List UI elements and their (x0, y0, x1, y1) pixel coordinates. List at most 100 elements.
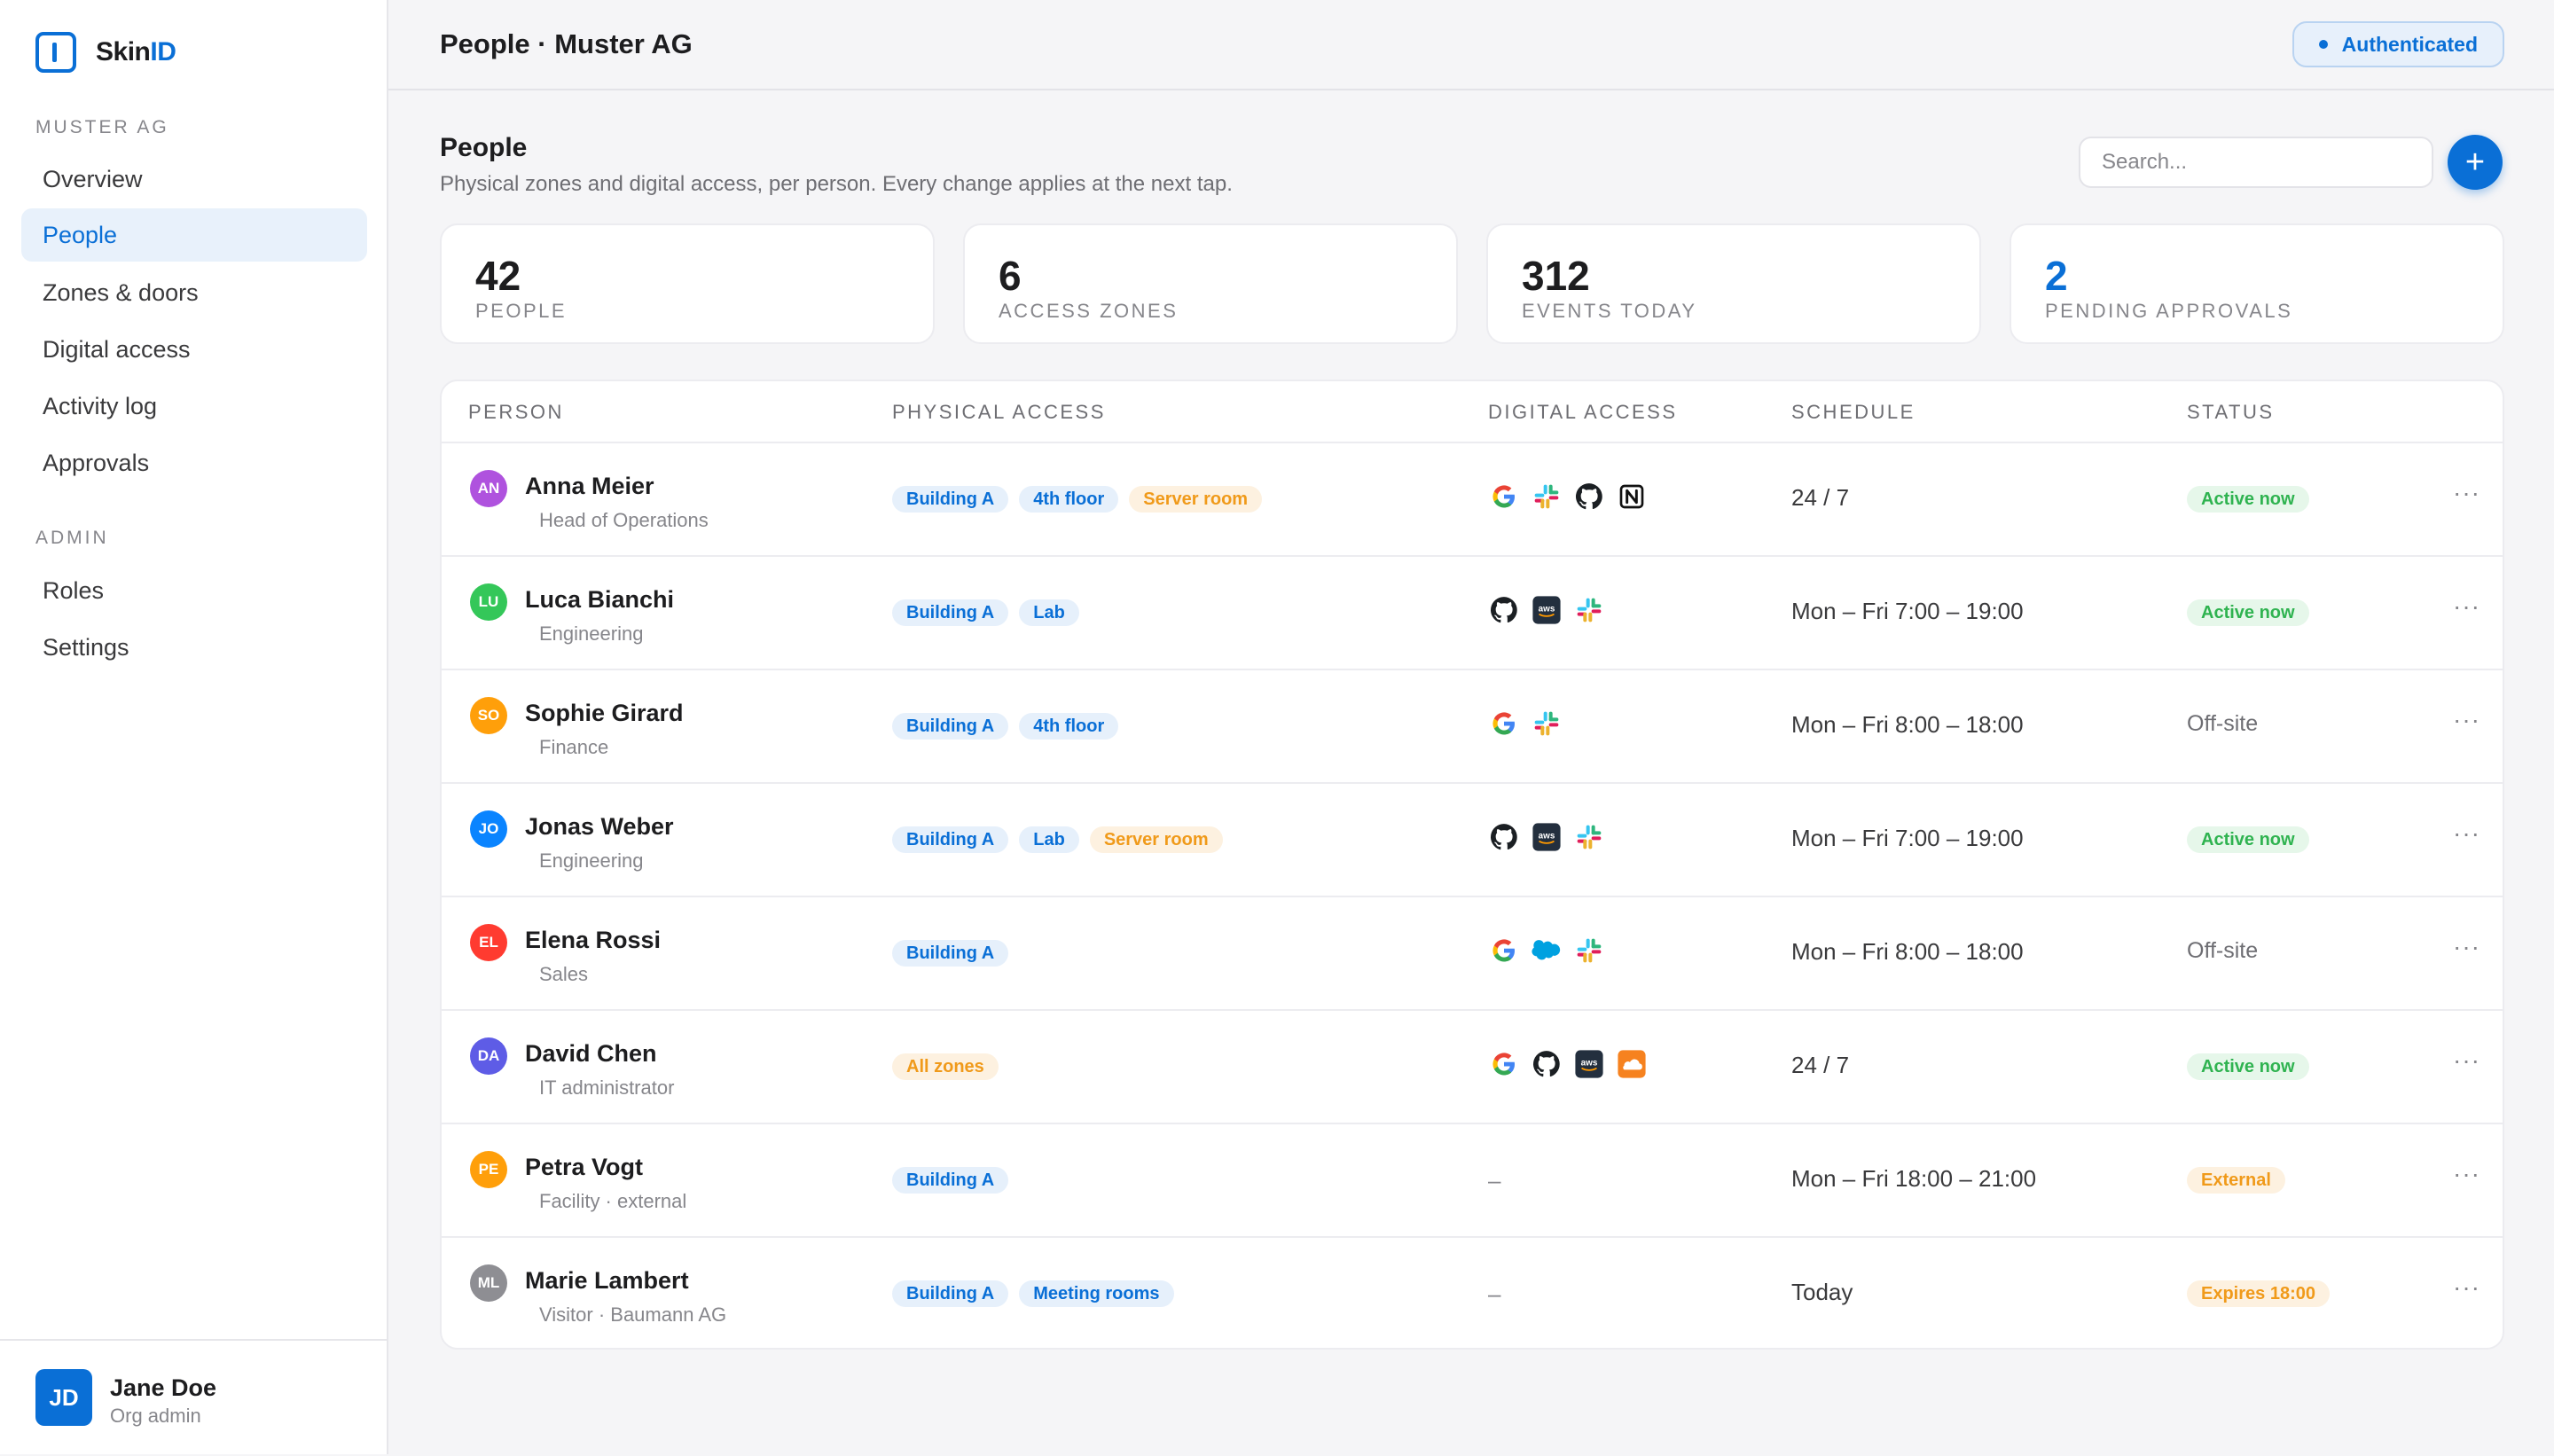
stat-card-people: 42 PEOPLE (440, 223, 935, 344)
svg-text:aws: aws (1539, 831, 1555, 841)
table-row[interactable]: PE Petra Vogt Facility · external Building … (442, 1124, 2503, 1238)
zone-chip[interactable]: Building A (892, 713, 1009, 740)
column-header-person[interactable]: PERSON (468, 401, 564, 424)
person-name[interactable]: Luca Bianchi (525, 586, 674, 614)
avatar: PE (470, 1151, 507, 1188)
notion-icon[interactable] (1616, 481, 1648, 513)
more-options-icon[interactable]: ··· (2453, 479, 2480, 507)
salesforce-icon[interactable] (1531, 935, 1563, 967)
person-name[interactable]: David Chen (525, 1040, 657, 1068)
person-name[interactable]: Jonas Weber (525, 813, 674, 841)
zone-chip[interactable]: Building A (892, 1167, 1009, 1194)
column-header-status[interactable]: STATUS (2187, 401, 2275, 424)
google-icon[interactable] (1488, 481, 1520, 513)
slack-icon[interactable] (1573, 594, 1605, 626)
more-options-icon[interactable]: ··· (2453, 592, 2480, 621)
person-name[interactable]: Anna Meier (525, 473, 654, 500)
more-options-icon[interactable]: ··· (2453, 1046, 2480, 1075)
search-input[interactable] (2079, 137, 2433, 188)
schedule: 24 / 7 (1791, 484, 1850, 511)
github-icon[interactable] (1531, 1048, 1563, 1080)
schedule: Today (1791, 1279, 1853, 1305)
zone-chip[interactable]: 4th floor (1019, 713, 1119, 740)
auth-status-label: Authenticated (2341, 32, 2478, 56)
zone-chip[interactable]: Building A (892, 486, 1009, 513)
slack-icon[interactable] (1573, 821, 1605, 853)
column-header-physical-access[interactable]: PHYSICAL ACCESS (892, 401, 1106, 424)
column-header-digital-access[interactable]: DIGITAL ACCESS (1488, 401, 1678, 424)
more-options-icon[interactable]: ··· (2453, 933, 2480, 961)
stat-value: 42 (475, 253, 521, 299)
sidebar-item-people[interactable]: People (21, 208, 367, 262)
app-logo[interactable]: SkinID (35, 32, 176, 73)
table-row[interactable]: AN Anna Meier Head of Operations Building A… (442, 443, 2503, 557)
more-options-icon[interactable]: ··· (2453, 1160, 2480, 1188)
zone-chips: Building A Meeting rooms (892, 1280, 1174, 1307)
google-icon[interactable] (1488, 708, 1520, 740)
zone-chips: Building A (892, 940, 1009, 967)
schedule: 24 / 7 (1791, 1052, 1850, 1078)
zone-chip[interactable]: Meeting rooms (1019, 1280, 1174, 1307)
cloudflare-icon[interactable] (1616, 1048, 1648, 1080)
avatar: JO (470, 810, 507, 848)
zone-chip[interactable]: Building A (892, 599, 1009, 626)
avatar: EL (470, 924, 507, 961)
person-name[interactable]: Marie Lambert (525, 1267, 689, 1295)
zone-chip[interactable]: Building A (892, 940, 1009, 967)
sidebar-item-roles[interactable]: Roles (21, 564, 367, 617)
user-name: Jane Doe (110, 1374, 217, 1401)
stat-card-pending-approvals[interactable]: 2 PENDING APPROVALS (2010, 223, 2504, 344)
aws-icon[interactable]: aws (1531, 594, 1563, 626)
person-role: Head of Operations (539, 509, 709, 531)
more-options-icon[interactable]: ··· (2453, 706, 2480, 734)
person-name[interactable]: Elena Rossi (525, 927, 661, 954)
zone-chip[interactable]: All zones (892, 1053, 999, 1080)
slack-icon[interactable] (1531, 481, 1563, 513)
sidebar-item-activity-log[interactable]: Activity log (21, 380, 367, 433)
github-icon[interactable] (1488, 594, 1520, 626)
zone-chip[interactable]: 4th floor (1019, 486, 1119, 513)
sidebar-item-settings[interactable]: Settings (21, 621, 367, 674)
stat-label: PEOPLE (475, 300, 568, 322)
person-name[interactable]: Sophie Girard (525, 700, 684, 727)
zone-chip[interactable]: Lab (1019, 826, 1079, 853)
google-icon[interactable] (1488, 935, 1520, 967)
sidebar-item-approvals[interactable]: Approvals (21, 436, 367, 489)
avatar: ML (470, 1264, 507, 1302)
github-icon[interactable] (1488, 821, 1520, 853)
section-subtitle: Physical zones and digital access, per p… (440, 172, 1233, 196)
table-row[interactable]: DA David Chen IT administrator All zones aws… (442, 1011, 2503, 1124)
zone-chip[interactable]: Server room (1089, 826, 1223, 853)
schedule: Mon – Fri 8:00 – 18:00 (1791, 711, 2024, 738)
table-row[interactable]: LU Luca Bianchi Engineering Building A Lab aw… (442, 557, 2503, 670)
aws-icon[interactable]: aws (1531, 821, 1563, 853)
table-row[interactable]: EL Elena Rossi Sales Building A Mon – Fri 8:… (442, 897, 2503, 1011)
slack-icon[interactable] (1531, 708, 1563, 740)
slack-icon[interactable] (1573, 935, 1605, 967)
person-role: IT administrator (539, 1076, 675, 1099)
more-options-icon[interactable]: ··· (2453, 1273, 2480, 1302)
status-text: Off-site (2187, 711, 2259, 736)
avatar: SO (470, 697, 507, 734)
zone-chip[interactable]: Building A (892, 826, 1009, 853)
zone-chip[interactable]: Server room (1129, 486, 1263, 513)
google-icon[interactable] (1488, 1048, 1520, 1080)
table-row[interactable]: ML Marie Lambert Visitor · Baumann AG Build… (442, 1238, 2503, 1348)
person-role: Visitor · Baumann AG (539, 1303, 727, 1326)
digital-access-icons (1488, 935, 1605, 967)
table-row[interactable]: SO Sophie Girard Finance Building A 4th floo… (442, 670, 2503, 784)
current-user[interactable]: JD Jane Doe Org admin (0, 1339, 387, 1456)
github-icon[interactable] (1573, 481, 1605, 513)
aws-icon[interactable]: aws (1573, 1048, 1605, 1080)
zone-chip[interactable]: Building A (892, 1280, 1009, 1307)
column-header-schedule[interactable]: SCHEDULE (1791, 401, 1916, 424)
sidebar-item-overview[interactable]: Overview (21, 153, 367, 206)
add-person-button[interactable]: + (2448, 135, 2503, 190)
schedule: Mon – Fri 18:00 – 21:00 (1791, 1165, 2037, 1192)
table-row[interactable]: JO Jonas Weber Engineering Building A Lab Ser… (442, 784, 2503, 897)
person-name[interactable]: Petra Vogt (525, 1154, 643, 1181)
sidebar-item-digital-access[interactable]: Digital access (21, 323, 367, 376)
zone-chip[interactable]: Lab (1019, 599, 1079, 626)
more-options-icon[interactable]: ··· (2453, 819, 2480, 848)
sidebar-item-zones-doors[interactable]: Zones & doors (21, 266, 367, 319)
